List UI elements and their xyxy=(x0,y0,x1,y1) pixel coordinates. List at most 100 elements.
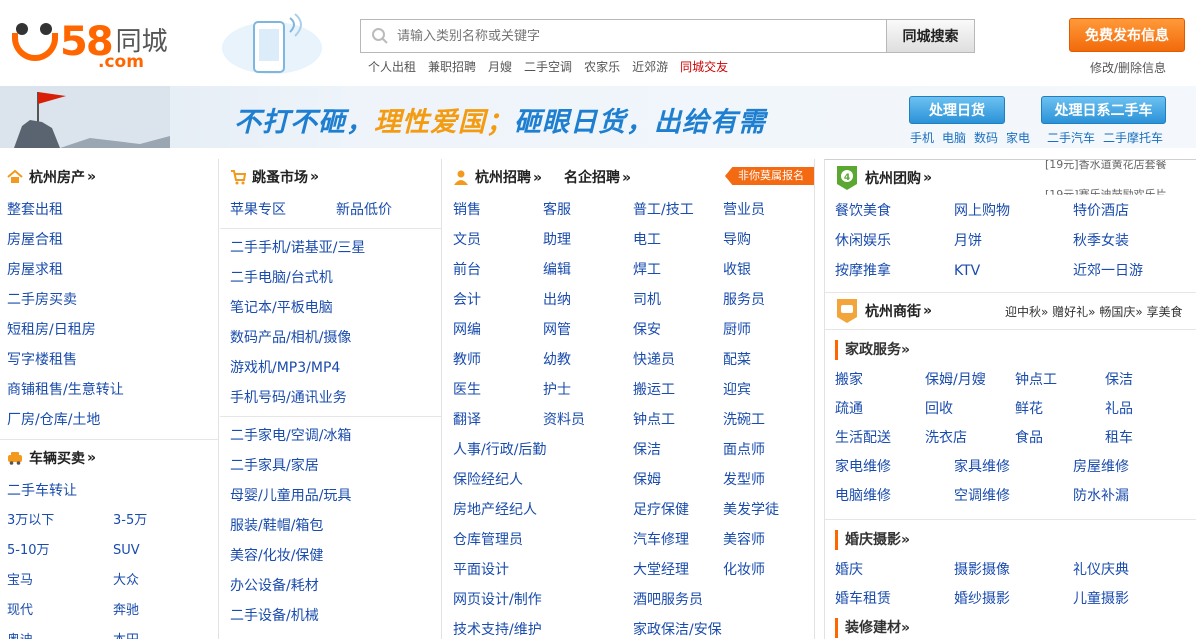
home-service-link[interactable]: 保洁 xyxy=(1105,372,1133,388)
house-link[interactable]: 短租房/日租房 xyxy=(7,322,96,338)
group-buy-link[interactable]: 网上购物 xyxy=(954,203,1010,219)
flea-link[interactable]: 母婴/儿童用品/玩具 xyxy=(230,488,351,504)
flea-link[interactable]: 二手手机/诺基亚/三星 xyxy=(230,240,365,256)
search-input[interactable] xyxy=(397,28,877,44)
house-link[interactable]: 写字楼租售 xyxy=(7,352,77,368)
hot-link[interactable]: 个人出租 xyxy=(368,58,416,75)
home-service-link[interactable]: 鲜花 xyxy=(1015,401,1043,417)
house-link[interactable]: 房屋求租 xyxy=(7,262,63,278)
car-grid-link[interactable]: 奔驰 xyxy=(113,603,139,618)
hot-link[interactable]: 兼职招聘 xyxy=(428,58,476,75)
home-service-link[interactable]: 生活配送 xyxy=(835,430,891,446)
job-link[interactable]: 技术支持/维护 xyxy=(453,622,542,638)
job-link[interactable]: 人事/行政/后勤 xyxy=(453,442,546,458)
job-link[interactable]: 搬运工 xyxy=(633,382,675,398)
car-grid-link[interactable]: 大众 xyxy=(113,573,139,588)
street-tags[interactable]: 迎中秋» 赠好礼» 畅国庆» 享美食 xyxy=(1005,303,1182,320)
group-buy-link[interactable]: 近郊一日游 xyxy=(1073,263,1143,279)
car-grid-link[interactable]: 宝马 xyxy=(7,573,33,588)
group-buy-link[interactable]: 月饼 xyxy=(954,233,982,249)
job-link[interactable]: 快递员 xyxy=(633,352,675,368)
house-link[interactable]: 厂房/仓库/土地 xyxy=(7,412,100,428)
hot-link-highlight[interactable]: 同城交友 xyxy=(680,58,728,75)
signup-badge[interactable]: 非你莫属报名 xyxy=(725,167,814,185)
job-link[interactable]: 迎宾 xyxy=(723,382,751,398)
group-buy-link[interactable]: KTV xyxy=(954,263,980,279)
job-link[interactable]: 幼教 xyxy=(543,352,571,368)
job-link[interactable]: 酒吧服务员 xyxy=(633,592,703,608)
car-grid-link[interactable]: 5-10万 xyxy=(7,543,50,558)
job-link[interactable]: 出纳 xyxy=(543,292,571,308)
wedding-link[interactable]: 礼仪庆典 xyxy=(1073,562,1129,578)
hot-link[interactable]: 农家乐 xyxy=(584,58,620,75)
handle-japanese-cars-button[interactable]: 处理日系二手车 xyxy=(1041,96,1166,124)
repair-link[interactable]: 电脑维修 xyxy=(835,488,891,504)
job-link[interactable]: 营业员 xyxy=(723,202,765,218)
edit-delete-link[interactable]: 修改/删除信息 xyxy=(1090,59,1166,76)
banner-sublink[interactable]: 家电 xyxy=(1006,131,1030,145)
section-title-wedding[interactable]: 婚庆摄影» xyxy=(835,530,1196,550)
home-service-link[interactable]: 礼品 xyxy=(1105,401,1133,417)
job-link[interactable]: 美发学徒 xyxy=(723,502,779,518)
job-link[interactable]: 仓库管理员 xyxy=(453,532,523,548)
job-link[interactable]: 大堂经理 xyxy=(633,562,689,578)
car-grid-link[interactable]: 3-5万 xyxy=(113,513,147,528)
section-title-home-service[interactable]: 家政服务» xyxy=(835,340,1196,360)
jobs-title-link[interactable]: 杭州招聘» xyxy=(475,167,542,187)
car-grid-link[interactable]: 3万以下 xyxy=(7,513,54,528)
job-link[interactable]: 翻译 xyxy=(453,412,481,428)
home-service-link[interactable]: 钟点工 xyxy=(1015,372,1057,388)
flea-link[interactable]: 美容/化妆/保健 xyxy=(230,548,323,564)
job-link[interactable]: 资料员 xyxy=(543,412,585,428)
home-service-link[interactable]: 食品 xyxy=(1015,430,1043,446)
job-link[interactable]: 普工/技工 xyxy=(633,202,694,218)
home-service-link[interactable]: 回收 xyxy=(925,401,953,417)
job-link[interactable]: 厨师 xyxy=(723,322,751,338)
flea-link[interactable]: 二手电脑/台式机 xyxy=(230,270,333,286)
section-title-house[interactable]: 杭州房产» xyxy=(7,159,218,195)
car-link[interactable]: 二手车转让 xyxy=(7,483,77,499)
job-link[interactable]: 化妆师 xyxy=(723,562,765,578)
section-title-flea[interactable]: 跳蚤市场» xyxy=(230,159,441,195)
publish-button[interactable]: 免费发布信息 xyxy=(1069,18,1185,52)
job-link[interactable]: 保安 xyxy=(633,322,661,338)
section-title-decoration[interactable]: 装修建材» xyxy=(835,618,1196,638)
job-link[interactable]: 配菜 xyxy=(723,352,751,368)
job-link[interactable]: 导购 xyxy=(723,232,751,248)
car-grid-link[interactable]: 现代 xyxy=(7,603,33,618)
flea-top-link[interactable]: 新品低价 xyxy=(336,202,392,218)
home-service-link[interactable]: 租车 xyxy=(1105,430,1133,446)
job-link[interactable]: 销售 xyxy=(453,202,481,218)
job-link[interactable]: 保姆 xyxy=(633,472,661,488)
job-link[interactable]: 网管 xyxy=(543,322,571,338)
flea-link[interactable]: 服装/鞋帽/箱包 xyxy=(230,518,323,534)
hot-link[interactable]: 二手空调 xyxy=(524,58,572,75)
repair-link[interactable]: 空调维修 xyxy=(954,488,1010,504)
group-buy-link[interactable]: 餐饮美食 xyxy=(835,203,891,219)
house-link[interactable]: 二手房买卖 xyxy=(7,292,77,308)
house-link[interactable]: 整套出租 xyxy=(7,202,63,218)
repair-link[interactable]: 防水补漏 xyxy=(1073,488,1129,504)
handle-japanese-goods-button[interactable]: 处理日货 xyxy=(909,96,1005,124)
job-link[interactable]: 助理 xyxy=(543,232,571,248)
home-service-link[interactable]: 洗衣店 xyxy=(925,430,967,446)
job-link[interactable]: 足疗保健 xyxy=(633,502,689,518)
job-link[interactable]: 收银 xyxy=(723,262,751,278)
job-link[interactable]: 房地产经纪人 xyxy=(453,502,537,518)
job-link[interactable]: 编辑 xyxy=(543,262,571,278)
section-title-car[interactable]: 车辆买卖» xyxy=(7,440,218,476)
hot-link[interactable]: 近郊游 xyxy=(632,58,668,75)
search-button[interactable]: 同城搜索 xyxy=(886,19,975,53)
job-link[interactable]: 面点师 xyxy=(723,442,765,458)
job-link[interactable]: 钟点工 xyxy=(633,412,675,428)
job-link[interactable]: 电工 xyxy=(633,232,661,248)
banner-sublink[interactable]: 数码 xyxy=(974,131,998,145)
banner-sublink[interactable]: 二手摩托车 xyxy=(1103,131,1163,145)
group-buy-link[interactable]: 休闲娱乐 xyxy=(835,233,891,249)
job-link[interactable]: 教师 xyxy=(453,352,481,368)
job-link[interactable]: 服务员 xyxy=(723,292,765,308)
flea-link[interactable]: 游戏机/MP3/MP4 xyxy=(230,360,340,376)
home-service-link[interactable]: 保姆/月嫂 xyxy=(925,372,986,388)
wedding-link[interactable]: 摄影摄像 xyxy=(954,562,1010,578)
wedding-link[interactable]: 婚纱摄影 xyxy=(954,591,1010,607)
